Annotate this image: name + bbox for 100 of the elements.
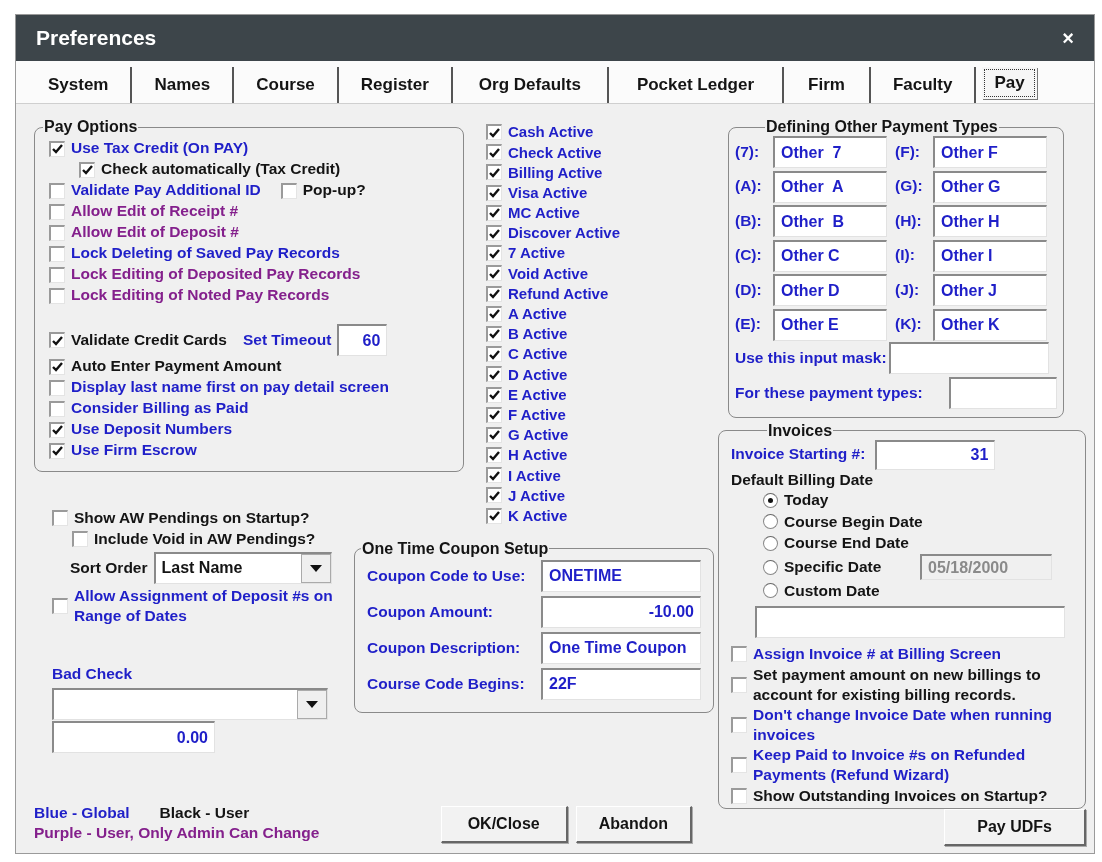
checkbox-label: Allow Edit of Receipt # bbox=[71, 201, 239, 222]
text-field[interactable] bbox=[755, 605, 1065, 638]
checkbox[interactable] bbox=[731, 788, 747, 804]
field-label: (7): bbox=[735, 141, 761, 162]
tab[interactable]: Names bbox=[132, 67, 235, 103]
dropdown-button[interactable] bbox=[300, 553, 331, 583]
checkbox[interactable] bbox=[49, 442, 65, 459]
checkbox[interactable] bbox=[486, 366, 502, 383]
check-icon bbox=[489, 390, 500, 401]
radio-button[interactable] bbox=[763, 559, 778, 575]
checkbox-label: Show Outstanding Invoices on Startup? bbox=[753, 785, 1048, 806]
text-field[interactable]: ONETIME bbox=[541, 559, 701, 592]
checkbox[interactable] bbox=[52, 510, 68, 527]
checkbox[interactable] bbox=[486, 467, 502, 484]
checkbox[interactable] bbox=[49, 421, 65, 438]
checkbox[interactable] bbox=[486, 346, 502, 363]
checkbox[interactable] bbox=[486, 184, 502, 201]
checkbox[interactable] bbox=[72, 531, 88, 548]
checkbox[interactable] bbox=[280, 182, 297, 199]
text-field[interactable]: Other I bbox=[933, 239, 1047, 272]
checkbox-label: Validate Credit Cards bbox=[71, 329, 227, 350]
checkbox[interactable] bbox=[49, 203, 65, 220]
checkbox[interactable] bbox=[486, 325, 502, 342]
tab[interactable]: Faculty bbox=[870, 67, 977, 103]
text-field[interactable]: Other C bbox=[773, 239, 887, 272]
checkbox[interactable] bbox=[49, 224, 65, 241]
pay-udfs-button[interactable]: Pay UDFs bbox=[944, 809, 1086, 847]
check-icon bbox=[52, 425, 63, 435]
text-field[interactable]: 60 bbox=[337, 324, 388, 356]
text-field[interactable]: One Time Coupon bbox=[541, 631, 701, 664]
checkbox-label: Billing Active bbox=[508, 162, 603, 183]
checkbox[interactable] bbox=[486, 487, 502, 504]
checkbox[interactable] bbox=[79, 161, 95, 178]
field-label: Coupon Description: bbox=[367, 637, 521, 658]
checkbox[interactable] bbox=[486, 265, 502, 282]
dialog-button[interactable]: Abandon bbox=[575, 806, 692, 843]
checkbox[interactable] bbox=[49, 358, 65, 375]
tab[interactable]: Pocket Ledger bbox=[608, 67, 785, 103]
text-field[interactable]: Other H bbox=[933, 205, 1047, 237]
radio-button[interactable] bbox=[763, 583, 778, 599]
checkbox[interactable] bbox=[49, 182, 65, 199]
checkbox[interactable] bbox=[731, 717, 747, 734]
checkbox[interactable] bbox=[486, 386, 502, 403]
text-field[interactable]: Other 7 bbox=[773, 136, 887, 168]
check-icon bbox=[489, 430, 500, 441]
caret-icon bbox=[306, 701, 318, 709]
checkbox[interactable] bbox=[49, 245, 65, 262]
checkbox[interactable] bbox=[49, 332, 65, 348]
dropdown-button[interactable] bbox=[297, 690, 327, 720]
check-icon bbox=[489, 309, 500, 320]
field-label: For these payment types: bbox=[735, 382, 923, 403]
text-field[interactable]: Other K bbox=[933, 308, 1047, 341]
checkbox[interactable] bbox=[52, 597, 68, 614]
tab[interactable]: System bbox=[26, 67, 133, 103]
checkbox[interactable] bbox=[486, 245, 502, 262]
checkbox[interactable] bbox=[49, 379, 65, 396]
checkbox[interactable] bbox=[486, 447, 502, 464]
text-field[interactable]: Other E bbox=[773, 308, 887, 341]
text-field[interactable] bbox=[888, 342, 1049, 374]
sort-order-dropdown[interactable]: Last Name bbox=[153, 551, 332, 584]
checkbox[interactable] bbox=[486, 164, 502, 181]
checkbox[interactable] bbox=[731, 676, 747, 693]
checkbox[interactable] bbox=[49, 400, 65, 417]
checkbox[interactable] bbox=[486, 285, 502, 302]
checkbox[interactable] bbox=[486, 144, 502, 161]
text-field[interactable] bbox=[949, 377, 1057, 409]
close-button[interactable]: × bbox=[1058, 26, 1078, 50]
text-field[interactable]: 22F bbox=[541, 667, 701, 700]
text-field[interactable]: 31 bbox=[875, 439, 996, 470]
radio-button[interactable] bbox=[763, 535, 778, 551]
text-field[interactable]: Other F bbox=[933, 136, 1047, 168]
text-field[interactable]: -10.00 bbox=[541, 595, 701, 628]
dialog-button[interactable]: OK/Close bbox=[440, 806, 568, 843]
checkbox[interactable] bbox=[486, 406, 502, 423]
checkbox[interactable] bbox=[486, 305, 502, 322]
checkbox[interactable] bbox=[486, 225, 502, 242]
checkbox[interactable] bbox=[49, 140, 65, 157]
text-field[interactable]: Other G bbox=[933, 170, 1047, 203]
tab[interactable]: Course bbox=[234, 67, 339, 103]
text-field[interactable]: Other A bbox=[773, 170, 887, 203]
radio-button[interactable] bbox=[763, 492, 778, 508]
checkbox[interactable] bbox=[49, 287, 65, 304]
bad-check-dropdown[interactable] bbox=[52, 688, 328, 721]
tab[interactable]: Org Defaults bbox=[452, 67, 609, 103]
tab[interactable]: Pay bbox=[982, 67, 1037, 99]
tab[interactable]: Register bbox=[338, 67, 453, 103]
checkbox[interactable] bbox=[731, 646, 747, 663]
checkbox[interactable] bbox=[486, 124, 502, 141]
radio-button[interactable] bbox=[763, 514, 778, 530]
tab[interactable]: Firm bbox=[784, 67, 871, 103]
caret-icon bbox=[309, 564, 322, 572]
text-field[interactable]: Other J bbox=[933, 274, 1047, 306]
checkbox[interactable] bbox=[486, 204, 502, 221]
checkbox[interactable] bbox=[731, 757, 747, 774]
amount-field[interactable]: 0.00 bbox=[52, 721, 215, 754]
checkbox[interactable] bbox=[486, 426, 502, 443]
checkbox[interactable] bbox=[49, 266, 65, 283]
checkbox[interactable] bbox=[486, 507, 502, 524]
text-field[interactable]: Other D bbox=[773, 274, 887, 306]
text-field[interactable]: Other B bbox=[773, 205, 887, 237]
